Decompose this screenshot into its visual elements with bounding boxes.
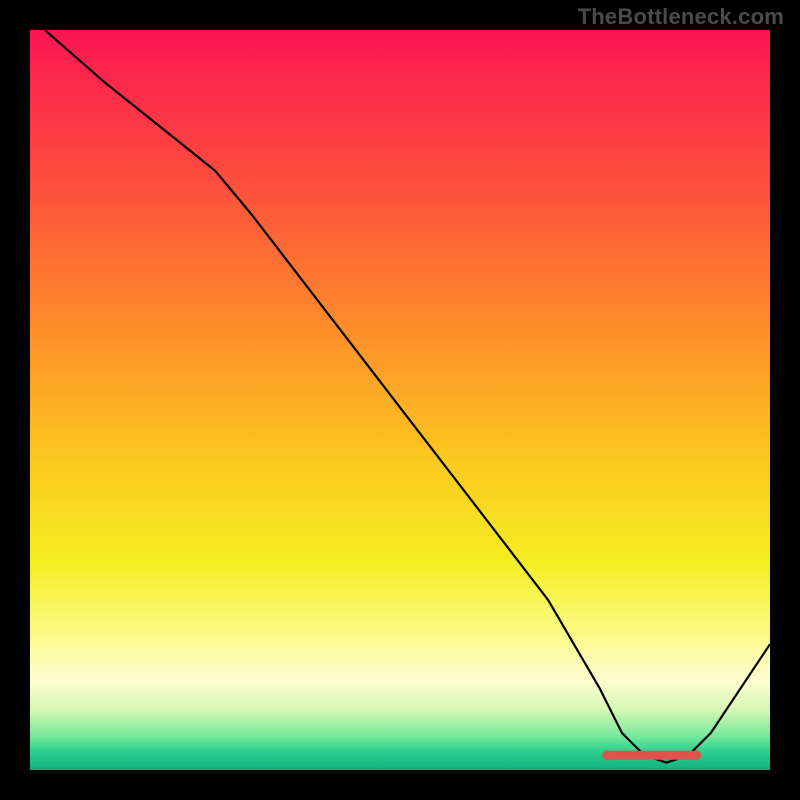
bottleneck-chart [30, 30, 770, 770]
chart-frame: TheBottleneck.com [0, 0, 800, 800]
gradient-background [30, 30, 770, 770]
marker-cap-left [602, 750, 612, 760]
plot-area [30, 30, 770, 770]
watermark-label: TheBottleneck.com [578, 4, 784, 30]
marker-cap-right [691, 750, 701, 760]
